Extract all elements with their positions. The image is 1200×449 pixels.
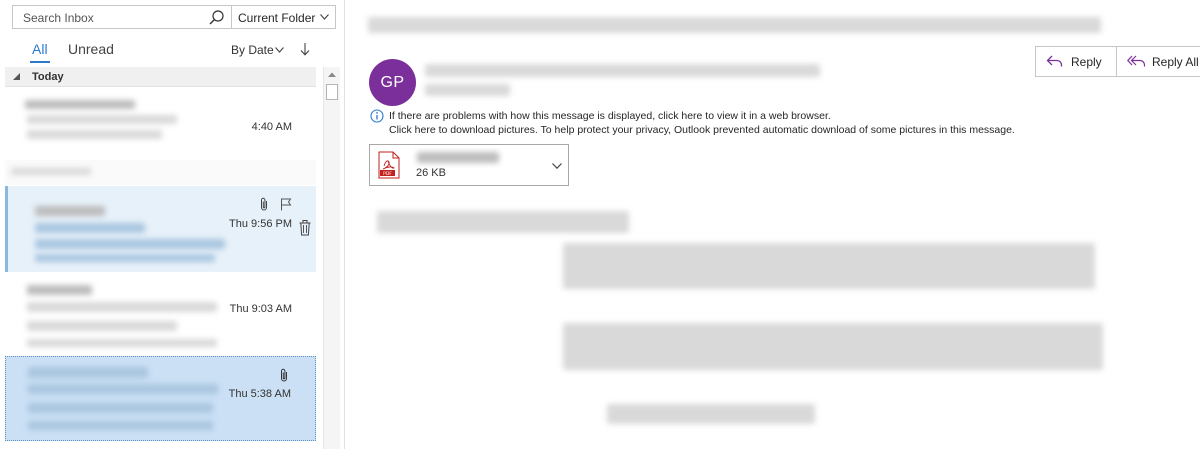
sender-redacted <box>25 100 135 109</box>
attachment-name-redacted <box>417 152 499 163</box>
list-item[interactable]: Thu 9:56 PM <box>5 186 316 272</box>
redacted-text <box>11 168 91 175</box>
search-scope-label: Current Folder <box>238 11 316 25</box>
list-item[interactable]: Thu 9:03 AM <box>5 275 316 355</box>
reply-arrow-icon <box>1046 55 1063 67</box>
sort-direction-arrow-icon[interactable] <box>300 42 310 56</box>
message-time: Thu 9:03 AM <box>229 303 292 315</box>
scrollbar-thumb[interactable] <box>326 84 338 100</box>
group-header-today[interactable]: Today <box>5 67 316 87</box>
chevron-down-icon[interactable] <box>552 163 562 169</box>
chevron-down-icon <box>320 14 329 20</box>
preview-redacted <box>27 130 162 139</box>
reply-label: Reply <box>1071 55 1102 69</box>
body-redacted <box>563 243 1095 289</box>
message-time: Thu 5:38 AM <box>228 388 291 400</box>
trash-icon[interactable] <box>299 220 311 236</box>
message-time: Thu 9:56 PM <box>229 218 292 230</box>
list-separator <box>5 160 316 185</box>
paperclip-icon <box>281 368 287 382</box>
paperclip-icon <box>261 197 267 211</box>
pdf-badge: PDF <box>383 171 392 177</box>
search-scope-dropdown[interactable]: Current Folder <box>232 5 336 29</box>
subject-redacted <box>28 384 218 394</box>
reply-all-arrow-icon <box>1127 55 1146 67</box>
search-icon[interactable] <box>208 9 225 26</box>
info-icon <box>370 109 384 123</box>
scroll-up-arrow-icon[interactable] <box>324 67 340 83</box>
reply-actions: Reply Reply All <box>1035 46 1200 77</box>
preview-redacted <box>35 239 225 249</box>
message-list-pane: Search Inbox Current Folder All Unread B… <box>0 0 345 449</box>
chevron-down-icon[interactable] <box>275 47 284 53</box>
message-list-scrollbar[interactable] <box>323 67 340 449</box>
body-redacted <box>377 211 629 233</box>
preview-redacted <box>28 421 213 430</box>
body-redacted <box>563 323 1103 370</box>
collapse-caret-icon[interactable] <box>12 72 21 81</box>
sender-redacted <box>28 367 148 378</box>
flag-icon[interactable] <box>280 198 292 211</box>
filter-all-tab[interactable]: All <box>32 41 48 57</box>
reply-all-label: Reply All <box>1152 55 1199 69</box>
sender-redacted <box>27 285 92 295</box>
view-in-browser-link[interactable]: If there are problems with how this mess… <box>389 110 831 122</box>
list-item[interactable]: 4:40 AM <box>5 90 316 158</box>
recipient-redacted <box>425 84 510 96</box>
preview-redacted <box>27 339 217 347</box>
sort-by-dropdown[interactable]: By Date <box>231 43 274 57</box>
attachment-card[interactable]: PDF 26 KB <box>369 144 569 186</box>
preview-redacted <box>28 403 213 413</box>
search-placeholder: Search Inbox <box>23 11 94 25</box>
list-item-selected[interactable]: Thu 5:38 AM <box>5 356 316 441</box>
hover-indicator <box>5 186 8 272</box>
sender-redacted <box>425 64 820 77</box>
reply-all-button[interactable]: Reply All <box>1117 47 1200 76</box>
reply-button[interactable]: Reply <box>1036 47 1117 76</box>
avatar[interactable]: GP <box>369 59 416 106</box>
message-time: 4:40 AM <box>251 121 292 133</box>
subject-redacted <box>27 115 177 124</box>
filter-unread-tab[interactable]: Unread <box>68 41 114 57</box>
subject-redacted <box>35 223 145 233</box>
subject-redacted <box>27 302 217 312</box>
active-tab-underline <box>30 61 50 63</box>
pdf-file-icon: PDF <box>378 151 400 179</box>
subject-redacted <box>368 17 1101 33</box>
body-redacted <box>607 404 815 424</box>
group-label: Today <box>32 71 64 83</box>
search-input[interactable]: Search Inbox <box>12 5 232 29</box>
download-pictures-link[interactable]: Click here to download pictures. To help… <box>389 124 1015 136</box>
attachment-size: 26 KB <box>416 167 446 179</box>
preview-redacted <box>35 254 215 262</box>
sender-redacted <box>35 206 105 216</box>
preview-redacted <box>27 321 177 331</box>
